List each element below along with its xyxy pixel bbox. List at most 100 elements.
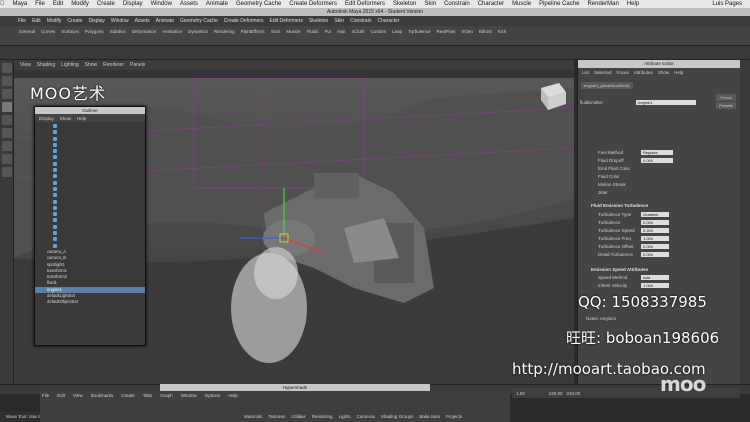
outliner-row[interactable]: defaultObjectSet	[35, 299, 145, 305]
menu-item[interactable]: Maya	[13, 1, 28, 7]
shelf-tab[interactable]: Muscle	[283, 28, 303, 35]
ae-field-value[interactable]: 0.000	[641, 244, 669, 249]
layout-icon[interactable]	[2, 141, 12, 151]
lasso-tool-icon[interactable]	[2, 76, 12, 86]
shelf-tab[interactable]: Fur	[322, 28, 335, 35]
maya-menu-item[interactable]: Assets	[135, 18, 150, 24]
shelf-tab[interactable]: Rendering	[211, 28, 238, 35]
shelf-tab[interactable]: Bifrost	[476, 28, 495, 35]
shelf-tab[interactable]: Polygons	[82, 28, 107, 35]
hypershade-menu-item[interactable]: Edit	[57, 393, 65, 398]
section-speed[interactable]: Emission Speed Attributes	[591, 267, 648, 272]
viewport-menu-item[interactable]: Lighting	[61, 62, 79, 68]
hypershade-menu-item[interactable]: Graph	[160, 393, 173, 398]
ae-field-value[interactable]: Add	[641, 275, 669, 280]
hypershade-tab[interactable]: Shading Groups	[381, 414, 414, 419]
shelf-tab[interactable]: nCloth	[349, 28, 368, 35]
menu-item[interactable]: Edit Deformers	[345, 1, 385, 7]
menu-item[interactable]: Create Deformers	[289, 1, 337, 7]
ae-menu-item[interactable]: Attributes	[634, 70, 653, 75]
hypershade-tab[interactable]: Materials	[244, 414, 262, 419]
shelf-tab[interactable]: Custom	[368, 28, 390, 35]
menu-item[interactable]: Skin	[424, 1, 436, 7]
hypershade-menu-item[interactable]: View	[73, 393, 83, 398]
move-tool-icon[interactable]	[2, 102, 12, 112]
viewport-toolbar[interactable]	[14, 70, 574, 78]
shelf-tab[interactable]: Animation	[159, 28, 185, 35]
side-panel-tabs[interactable]	[740, 60, 750, 390]
ae-field-value[interactable]: 0.000	[641, 158, 673, 163]
ae-menu-item[interactable]: List	[582, 70, 589, 75]
viewport-menu-item[interactable]: Show	[85, 62, 98, 68]
hypershade-tab[interactable]: Cameras	[357, 414, 375, 419]
viewport-menu-item[interactable]: Panels	[130, 62, 145, 68]
range-end[interactable]: 240.00	[549, 391, 563, 396]
apple-icon[interactable]: 	[0, 1, 5, 7]
hypershade-menu-item[interactable]: Tabs	[143, 393, 153, 398]
hypershade-menu-item[interactable]: Bookmarks	[91, 393, 114, 398]
hypershade-menu-item[interactable]: Window	[181, 393, 197, 398]
maya-menu-item[interactable]: Character	[377, 18, 399, 24]
menu-item[interactable]: Character	[478, 1, 504, 7]
scale-tool-icon[interactable]	[2, 128, 12, 138]
viewport-menu-item[interactable]: Renderer	[103, 62, 124, 68]
menu-item[interactable]: Assets	[180, 1, 198, 7]
hypershade-menu-item[interactable]: Create	[121, 393, 135, 398]
outliner-menu-item[interactable]: Display	[39, 116, 54, 121]
select-tool-icon[interactable]	[2, 63, 12, 73]
shelf-tab[interactable]: Dynamics	[185, 28, 211, 35]
ae-field-value[interactable]: 0.000	[641, 252, 669, 257]
section-turbulence[interactable]: Fluid Emission Turbulence	[591, 203, 648, 208]
ae-menu-item[interactable]: Focus	[617, 70, 629, 75]
menu-item[interactable]: Muscle	[512, 1, 531, 7]
shelf-tab[interactable]: PaintEffects	[238, 28, 268, 35]
ae-menu-item[interactable]: Help	[674, 70, 683, 75]
shelf-tab[interactable]: Turbulence	[405, 28, 433, 35]
shelf-tab[interactable]: Deformation	[129, 28, 160, 35]
rotate-tool-icon[interactable]	[2, 115, 12, 125]
hypershade-tab[interactable]: Lights	[339, 414, 351, 419]
shelf-tab[interactable]: Hair	[334, 28, 348, 35]
maya-menu-item[interactable]: Create	[67, 18, 82, 24]
outliner-window[interactable]: Outliner Display Show Help camera_A camera_…	[34, 106, 146, 346]
focus-button[interactable]: Focus	[716, 94, 736, 101]
shelf-tab[interactable]: Subdivs	[107, 28, 129, 35]
hypershade-tab[interactable]: Projects	[446, 414, 462, 419]
ae-menu-item[interactable]: Selected	[594, 70, 612, 75]
outliner-menu-item[interactable]: Show	[60, 116, 71, 121]
shelf-tab[interactable]: Surfaces	[58, 28, 82, 35]
shelf-tab[interactable]: Fluids	[304, 28, 322, 35]
ae-field-value[interactable]: 0.000	[641, 220, 669, 225]
viewport-menu-item[interactable]: View	[20, 62, 31, 68]
ae-field-value[interactable]: Gradient	[641, 212, 669, 217]
menu-item[interactable]: Window	[151, 1, 172, 7]
hypershade-tab[interactable]: Textures	[268, 414, 285, 419]
menu-item[interactable]: Animate	[206, 1, 228, 7]
fluid-emitter-field[interactable]: engine1	[636, 100, 696, 105]
shelf-tab[interactable]: XGen	[458, 28, 476, 35]
maya-menu-item[interactable]: Edit	[32, 18, 41, 24]
ae-field-value[interactable]: 1.000	[641, 283, 669, 288]
menu-item[interactable]: Create	[97, 1, 115, 7]
shelf-tab[interactable]: Toon	[268, 28, 284, 35]
menu-item[interactable]: File	[35, 1, 45, 7]
menu-item[interactable]: Display	[123, 1, 143, 7]
shelf-tab[interactable]: Kick	[495, 28, 510, 35]
menu-item[interactable]: Pipeline Cache	[539, 1, 579, 7]
presets-button[interactable]: Presets	[716, 102, 736, 109]
maya-menu-item[interactable]: File	[18, 18, 26, 24]
hypershade-tab[interactable]: Bake Sets	[419, 414, 440, 419]
range-start[interactable]: 1.00	[516, 391, 525, 396]
menu-item[interactable]: Constrain	[444, 1, 470, 7]
ae-field-value[interactable]: 0.200	[641, 228, 669, 233]
maya-menu-item[interactable]: Skin	[334, 18, 344, 24]
menu-item[interactable]: Help	[627, 1, 639, 7]
menu-item[interactable]: Skeleton	[393, 1, 416, 7]
maya-menu-item[interactable]: Skeleton	[309, 18, 328, 24]
menu-item[interactable]: Edit	[53, 1, 63, 7]
shelf-tab[interactable]: Curves	[38, 28, 58, 35]
maya-menu-item[interactable]: Constrain	[350, 18, 371, 24]
hypershade-tab[interactable]: Utilities	[291, 414, 306, 419]
hypershade-tab[interactable]: Rendering	[312, 414, 333, 419]
maya-menu-item[interactable]: Display	[88, 18, 104, 24]
